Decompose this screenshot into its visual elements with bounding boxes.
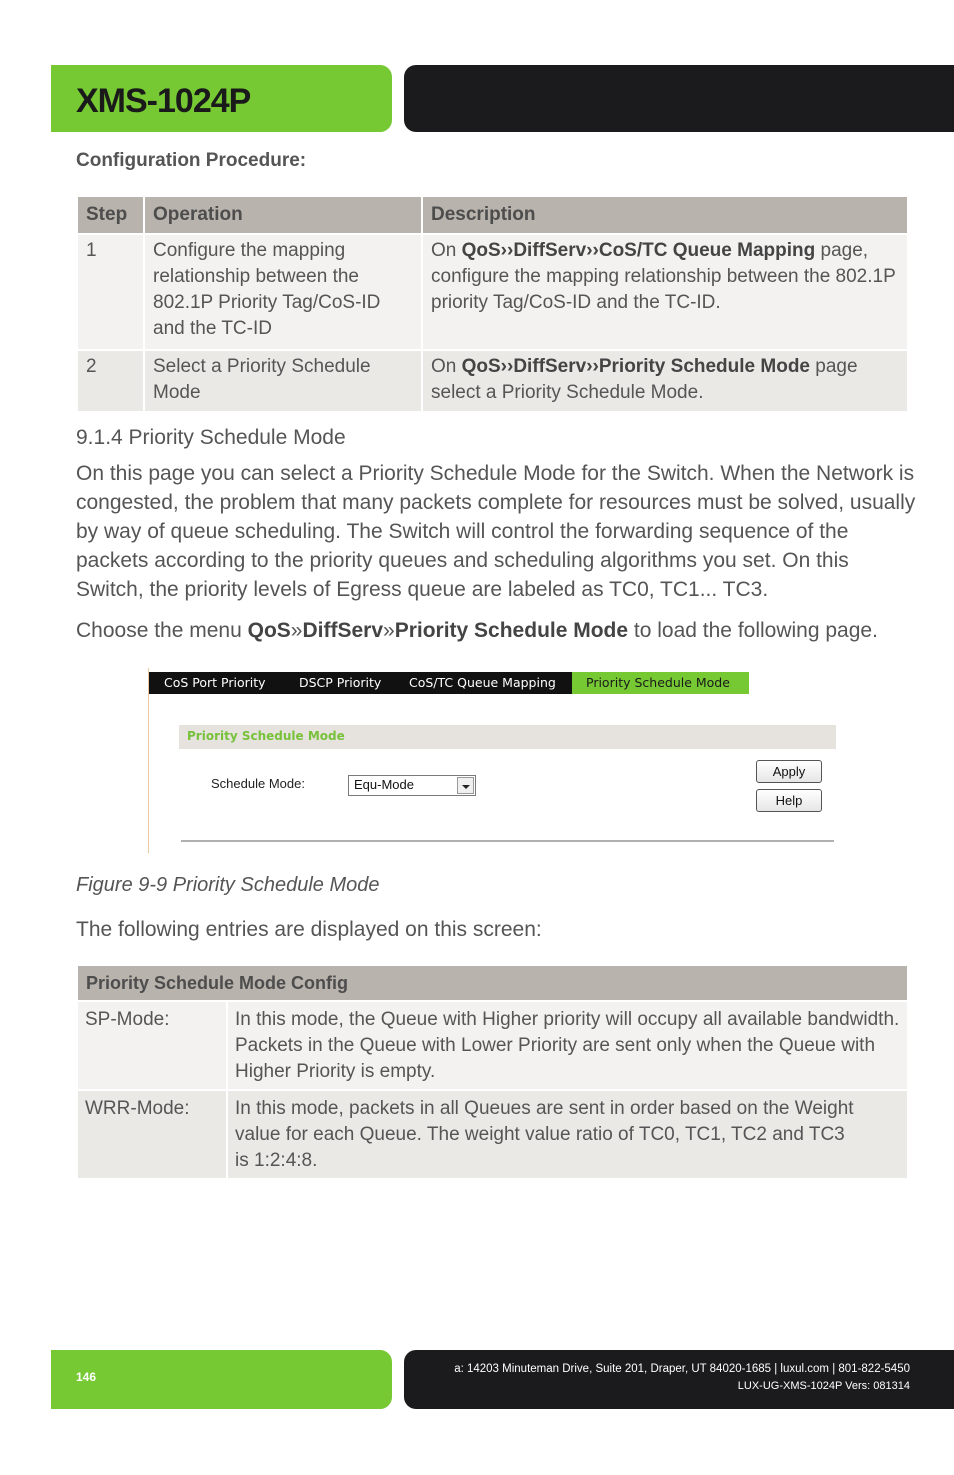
- table-row: WRR-Mode: In this mode, packets in all Q…: [78, 1091, 907, 1178]
- section-body: On this page you can select a Priority S…: [76, 462, 916, 601]
- figure-caption: Figure 9-9 Priority Schedule Mode: [76, 874, 380, 896]
- page-number: 146: [76, 1370, 97, 1384]
- operation-cell: Configure the mapping relationship betwe…: [145, 235, 421, 349]
- entry-value: In this mode, packets in all Queues are …: [228, 1091, 907, 1178]
- table-row: 2 Select a Priority Schedule Mode On QoS…: [78, 351, 907, 411]
- menu-qos: QoS: [247, 619, 291, 642]
- entry-key: SP-Mode:: [78, 1002, 226, 1089]
- table-row: 1 Configure the mapping relationship bet…: [78, 235, 907, 349]
- entry-value: In this mode, the Queue with Higher prio…: [228, 1002, 907, 1089]
- panel-header: Priority Schedule Mode: [179, 725, 836, 749]
- config-procedure-title: Configuration Procedure:: [76, 150, 307, 171]
- menu-path: QoS››DiffServ››CoS/TC Queue Mapping: [461, 240, 816, 261]
- priority-schedule-mode-screenshot: CoS Port Priority DSCP Priority CoS/TC Q…: [148, 668, 838, 853]
- footer-page-bar: 146: [51, 1350, 392, 1409]
- table-row: SP-Mode: In this mode, the Queue with Hi…: [78, 1002, 907, 1089]
- column-header-operation: Operation: [145, 197, 421, 233]
- description-prefix: On: [431, 240, 462, 261]
- column-header-step: Step: [78, 197, 143, 233]
- menu-separator: »: [383, 619, 395, 642]
- diffserv-tab-bar: CoS Port Priority DSCP Priority CoS/TC Q…: [149, 672, 749, 694]
- footer-address: a: 14203 Minuteman Drive, Suite 201, Dra…: [454, 1363, 910, 1375]
- config-table-title: Priority Schedule Mode Config: [78, 966, 907, 1000]
- tab-priority-schedule-mode[interactable]: Priority Schedule Mode: [572, 672, 749, 694]
- column-header-description: Description: [423, 197, 907, 233]
- apply-button[interactable]: Apply: [756, 760, 822, 783]
- entry-value-line: In this mode, packets in all Queues are …: [235, 1098, 854, 1145]
- panel-title: Priority Schedule Mode: [187, 729, 345, 743]
- divider: [181, 840, 834, 842]
- config-procedure-table: Step Operation Description 1 Configure t…: [76, 195, 909, 413]
- menu-diffserv: DiffServ: [302, 619, 383, 642]
- schedule-mode-value: Equ-Mode: [354, 777, 414, 792]
- menu-separator: »: [290, 619, 303, 642]
- menu-instruction: Choose the menu QoS»DiffServ»Priority Sc…: [76, 619, 936, 643]
- entry-key: WRR-Mode:: [78, 1091, 226, 1178]
- product-title: XMS-1024P: [76, 82, 251, 120]
- tab-cos-tc-queue-mapping[interactable]: CoS/TC Queue Mapping: [394, 672, 572, 694]
- description-cell: On QoS››DiffServ››Priority Schedule Mode…: [423, 351, 907, 411]
- operation-cell: Select a Priority Schedule Mode: [145, 351, 421, 411]
- schedule-mode-select[interactable]: Equ-Mode: [348, 775, 476, 796]
- table-header-row: Step Operation Description: [78, 197, 907, 233]
- description-prefix: On: [431, 356, 462, 377]
- entry-value-line: is 1:2:4:8.: [235, 1150, 318, 1171]
- header-product-bar: XMS-1024P: [51, 65, 392, 132]
- help-button[interactable]: Help: [756, 789, 822, 812]
- menu-path: QoS››DiffServ››Priority Schedule Mode: [461, 356, 810, 377]
- section-heading: 9.1.4 Priority Schedule Mode: [76, 426, 346, 449]
- entries-intro: The following entries are displayed on t…: [76, 918, 542, 941]
- footer-version: LUX-UG-XMS-1024P Vers: 081314: [737, 1380, 910, 1392]
- menu-instruction-prefix: Choose the menu: [76, 619, 248, 642]
- menu-priority-schedule-mode: Priority Schedule Mode: [394, 619, 629, 642]
- footer-info-bar: a: 14203 Minuteman Drive, Suite 201, Dra…: [404, 1350, 954, 1409]
- table-header-row: Priority Schedule Mode Config: [78, 966, 907, 1000]
- description-cell: On QoS››DiffServ››CoS/TC Queue Mapping p…: [423, 235, 907, 349]
- chevron-down-icon[interactable]: [457, 777, 474, 794]
- schedule-mode-label: Schedule Mode:: [211, 776, 305, 791]
- header-dark-bar: [404, 65, 954, 132]
- menu-instruction-suffix: to load the following page.: [628, 619, 878, 642]
- tab-dscp-priority[interactable]: DSCP Priority: [284, 672, 394, 694]
- step-number: 1: [78, 235, 143, 349]
- step-number: 2: [78, 351, 143, 411]
- tab-cos-port-priority[interactable]: CoS Port Priority: [149, 672, 284, 694]
- schedule-mode-config-table: Priority Schedule Mode Config SP-Mode: I…: [76, 964, 909, 1180]
